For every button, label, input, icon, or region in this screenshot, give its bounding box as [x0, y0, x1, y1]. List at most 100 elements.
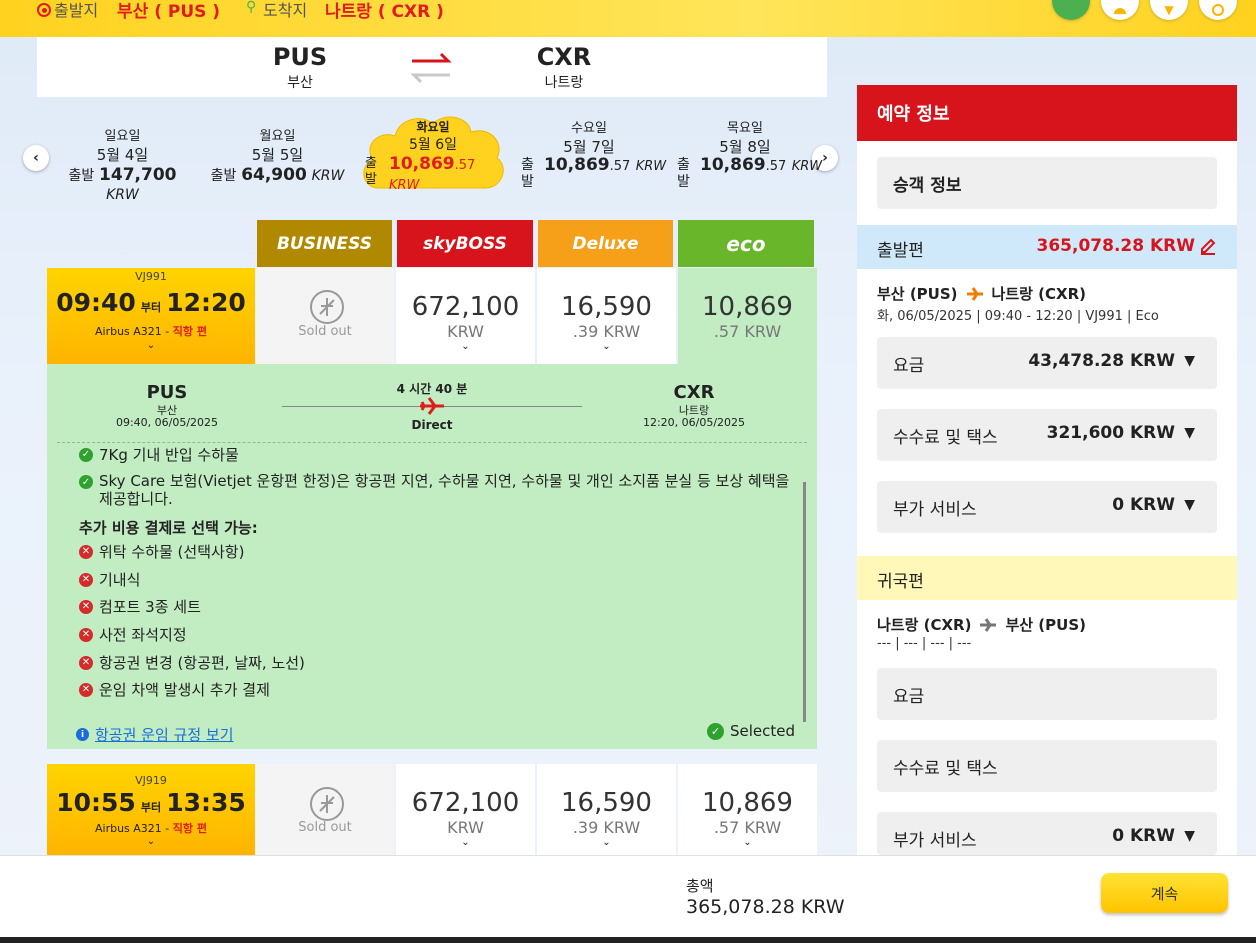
flight-times: 09:40 부터 12:20	[56, 288, 246, 317]
fare-cell-eco-selected[interactable]: 10,869 .57 KRW	[678, 268, 817, 364]
plane-icon	[966, 286, 983, 301]
destination-label: 도착지	[263, 1, 308, 20]
prev-date-button[interactable]: ‹	[23, 145, 49, 171]
return-fare-label: 요금	[893, 687, 925, 707]
detail-from-code: PUS	[146, 382, 188, 403]
route-header: PUS 부산 CXR 나트랑	[37, 37, 827, 97]
date-price: 64,900	[241, 165, 307, 185]
date-weekday: 수요일	[571, 121, 607, 136]
scrollbar[interactable]	[803, 482, 806, 722]
extra-item: ✕ 운임 차액 발생시 추가 결제	[79, 679, 270, 700]
fare-rules-link-wrap[interactable]: i 항공권 운임 규정 보기	[76, 724, 234, 745]
fare-rules-link[interactable]: 항공권 운임 규정 보기	[95, 724, 234, 745]
cart-icon[interactable]: ▼	[1150, 0, 1188, 20]
date-currency: KRW	[106, 187, 139, 203]
extra-item: ✕ 사전 좌석지정	[79, 624, 187, 645]
flight-time-cell[interactable]: VJ919 10:55 부터 13:35 Airbus A321 - 직항 편 …	[47, 764, 255, 855]
return-addon-row[interactable]: 부가 서비스 0 KRW ▼	[877, 812, 1217, 855]
fare-price-sub: .39 KRW	[572, 322, 641, 341]
date-price: 10,869.57 KRW	[389, 154, 476, 193]
flight-number: VJ991	[135, 270, 167, 283]
date-option[interactable]: 월요일 5월 5일 출발 64,900 KRW	[210, 125, 345, 185]
return-section-header: 귀국편	[857, 556, 1237, 600]
tax-label: 수수료 및 택스	[893, 428, 998, 448]
date-price: 147,700	[99, 165, 177, 185]
go-icon[interactable]	[1052, 0, 1090, 20]
date-price: 10,869.57 KRW	[700, 155, 823, 175]
caret-down-icon: ▼	[1184, 828, 1195, 844]
extras-title: 추가 비용 결제로 선택 가능:	[79, 519, 258, 537]
route-to-city: 나트랑	[544, 75, 584, 91]
route-from-code: PUS	[272, 43, 328, 71]
date-option[interactable]: 일요일 5월 4일 출발 147,700 KRW	[50, 125, 195, 203]
fare-price-sub: .39 KRW	[572, 818, 641, 837]
settings-icon[interactable]	[1199, 0, 1237, 20]
fare-cell-business: Sold out	[256, 268, 394, 364]
extra-item: ✕ 기내식	[79, 569, 140, 590]
flight-time-cell[interactable]: VJ991 09:40 부터 12:20 Airbus A321 - 직항 편 …	[47, 268, 255, 364]
return-info: --- | --- | --- | ---	[877, 636, 972, 651]
addon-label: 부가 서비스	[893, 500, 977, 520]
booking-panel: 예약 정보 승객 정보 출발편 365,078.28 KRW 부산 (PUS) …	[857, 85, 1237, 855]
booking-title: 예약 정보	[857, 85, 1237, 141]
check-icon: ✓	[707, 722, 724, 740]
passenger-info-box[interactable]: 승객 정보	[877, 157, 1217, 209]
route-from-city: 부산	[287, 75, 313, 91]
location-pin-icon: ⚲	[246, 0, 257, 15]
origin-label: 출발지	[54, 1, 99, 20]
origin-value[interactable]: 부산 ( PUS )	[117, 0, 220, 22]
continue-button[interactable]: 계속	[1101, 873, 1228, 913]
footer-bar: 총액 365,078.28 KRW	[0, 855, 1256, 938]
fare-price-sub: KRW	[447, 818, 484, 837]
cross-icon: ✕	[79, 544, 93, 559]
return-tax-row[interactable]: 수수료 및 택스	[877, 740, 1217, 792]
date-price-prefix: 출발	[365, 156, 377, 187]
addon-value: 0 KRW	[1112, 495, 1175, 515]
chevron-down-icon: ⌄	[146, 340, 156, 351]
fare-header-business: BUSINESS	[257, 220, 392, 267]
flight-number: VJ919	[135, 774, 167, 787]
return-addon-value: 0 KRW	[1112, 826, 1175, 846]
date-option[interactable]: 목요일 5월 8일 출발 10,869.57 KRW	[674, 117, 822, 190]
fare-cell-deluxe[interactable]: 16,590 .39 KRW ⌄	[537, 764, 676, 855]
destination-value[interactable]: 나트랑 ( CXR )	[325, 0, 444, 22]
date-option[interactable]: 수요일 5월 7일 출발 10,869.57 KRW	[518, 117, 666, 190]
fare-cell-skyboss[interactable]: 672,100 KRW ⌄	[396, 764, 535, 855]
selected-date-cloud[interactable]: 화요일 5월 6일 출발 10,869.57 KRW	[357, 110, 509, 195]
sold-out-icon	[310, 290, 344, 324]
edit-icon[interactable]	[1199, 237, 1217, 259]
date-price-prefix: 출발	[677, 157, 690, 190]
aircraft-info: Airbus A321 - 직항 편	[95, 822, 207, 835]
date-weekday: 목요일	[727, 121, 763, 136]
fare-price: 672,100	[411, 788, 520, 818]
user-icon[interactable]	[1101, 0, 1139, 20]
detail-to-code: CXR	[673, 382, 715, 403]
date-price-prefix: 출발	[68, 168, 95, 184]
check-icon: ✓	[79, 475, 93, 489]
return-label: 귀국편	[877, 572, 924, 592]
passenger-label: 승객 정보	[893, 175, 962, 196]
date-weekday: 화요일	[416, 120, 450, 134]
swap-route-icon[interactable]	[410, 51, 452, 85]
extra-item: ✕ 컴포트 3종 세트	[79, 596, 201, 617]
fare-cell-skyboss[interactable]: 672,100 KRW ⌄	[396, 268, 535, 364]
flight-detail-panel: PUS 부산 09:40, 06/05/2025 4 시간 40 분 Direc…	[47, 364, 817, 749]
date-label: 5월 8일	[719, 138, 771, 156]
cross-icon: ✕	[79, 572, 93, 587]
return-fare-row[interactable]: 요금	[877, 668, 1217, 720]
date-price-prefix: 출발	[521, 157, 534, 190]
addon-row[interactable]: 부가 서비스 0 KRW ▼	[877, 481, 1217, 533]
fare-price-sub: KRW	[447, 322, 484, 341]
fare-row[interactable]: 요금 43,478.28 KRW ▼	[877, 337, 1217, 389]
tax-row[interactable]: 수수료 및 택스 321,600 KRW ▼	[877, 409, 1217, 461]
selected-indicator: ✓ Selected	[707, 722, 795, 740]
chevron-down-icon: ⌄	[602, 837, 611, 848]
cross-icon: ✕	[79, 599, 93, 614]
tax-value: 321,600 KRW	[1046, 423, 1175, 443]
caret-down-icon: ▼	[1184, 353, 1195, 369]
fare-cell-eco[interactable]: 10,869 .57 KRW ⌄	[678, 764, 817, 855]
fare-cell-deluxe[interactable]: 16,590 .39 KRW ⌄	[537, 268, 676, 364]
fare-price: 672,100	[411, 292, 520, 322]
divider	[57, 442, 807, 443]
fare-header-eco: eco	[678, 220, 814, 267]
